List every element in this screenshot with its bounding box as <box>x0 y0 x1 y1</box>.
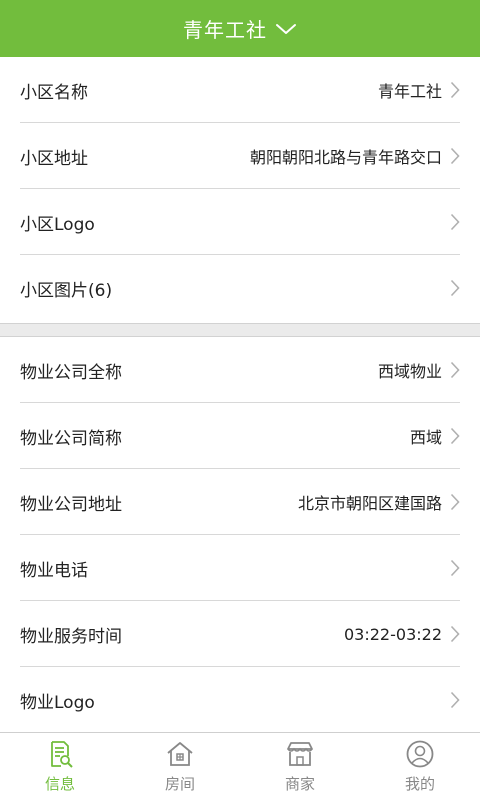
tab-me-label: 我的 <box>404 775 435 793</box>
property-shortname-label: 物业公司简称 <box>20 428 122 449</box>
tab-info[interactable]: 信息 <box>0 733 120 800</box>
tab-rooms[interactable]: 房间 <box>120 733 240 800</box>
chevron-right-icon <box>450 361 460 379</box>
property-fullname-label: 物业公司全称 <box>20 362 122 383</box>
community-photos-row[interactable]: 小区图片(6) <box>0 255 480 321</box>
property-shortname-row[interactable]: 物业公司简称 西域 <box>0 403 480 469</box>
chevron-right-icon <box>450 279 460 297</box>
chevron-down-icon <box>275 22 297 36</box>
tab-merchants[interactable]: 商家 <box>240 733 360 800</box>
property-phone-label: 物业电话 <box>20 560 88 581</box>
community-address-value: 朝阳朝阳北路与青年路交口 <box>249 148 442 167</box>
property-logo-row[interactable]: 物业Logo <box>0 667 480 733</box>
community-logo-row[interactable]: 小区Logo <box>0 189 480 255</box>
property-address-value: 北京市朝阳区建国路 <box>297 494 442 513</box>
top-bar: 青年工社 <box>0 0 480 57</box>
info-document-search-icon <box>51 741 73 768</box>
property-hours-label: 物业服务时间 <box>20 626 122 647</box>
bottom-tab-bar: 信息 房间 商家 我的 <box>0 732 480 800</box>
tab-me[interactable]: 我的 <box>360 733 480 800</box>
community-address-row[interactable]: 小区地址 朝阳朝阳北路与青年路交口 <box>0 123 480 189</box>
section-divider <box>0 323 480 337</box>
chevron-right-icon <box>450 625 460 643</box>
property-hours-value: 03:22-03:22 <box>344 624 442 644</box>
community-logo-label: 小区Logo <box>20 214 95 235</box>
tab-merchants-label: 商家 <box>284 775 315 793</box>
community-name-row[interactable]: 小区名称 青年工社 <box>0 57 480 123</box>
property-shortname-value: 西域 <box>409 428 442 447</box>
page: 青年工社 小区名称 青年工社 小区地址 朝阳朝阳北路与青年路交口 小区Logo … <box>0 0 480 800</box>
chevron-right-icon <box>450 81 460 99</box>
property-address-row[interactable]: 物业公司地址 北京市朝阳区建国路 <box>0 469 480 535</box>
community-name-label: 小区名称 <box>20 82 88 103</box>
chevron-right-icon <box>450 691 460 709</box>
chevron-right-icon <box>450 493 460 511</box>
house-icon <box>167 742 193 766</box>
community-section: 小区名称 青年工社 小区地址 朝阳朝阳北路与青年路交口 小区Logo 小区图片(… <box>0 57 480 321</box>
tab-info-label: 信息 <box>44 775 75 793</box>
chevron-right-icon <box>450 213 460 231</box>
chevron-right-icon <box>450 427 460 445</box>
chevron-right-icon <box>450 559 460 577</box>
community-photos-label: 小区图片(6) <box>20 280 113 301</box>
community-name-value: 青年工社 <box>377 82 442 101</box>
property-phone-row[interactable]: 物业电话 <box>0 535 480 601</box>
community-address-label: 小区地址 <box>20 148 88 169</box>
tab-rooms-label: 房间 <box>164 775 195 793</box>
property-address-label: 物业公司地址 <box>20 494 122 515</box>
property-section: 物业公司全称 西域物业 物业公司简称 西域 物业公司地址 北京市朝阳区建国路 物… <box>0 337 480 733</box>
property-logo-label: 物业Logo <box>20 692 95 713</box>
property-fullname-row[interactable]: 物业公司全称 西域物业 <box>0 337 480 403</box>
community-switcher[interactable]: 青年工社 <box>183 14 297 43</box>
property-hours-row[interactable]: 物业服务时间 03:22-03:22 <box>0 601 480 667</box>
header-title: 青年工社 <box>183 18 267 42</box>
user-profile-icon <box>406 740 434 768</box>
store-icon <box>287 742 313 766</box>
property-fullname-value: 西域物业 <box>377 362 442 381</box>
chevron-right-icon <box>450 147 460 165</box>
